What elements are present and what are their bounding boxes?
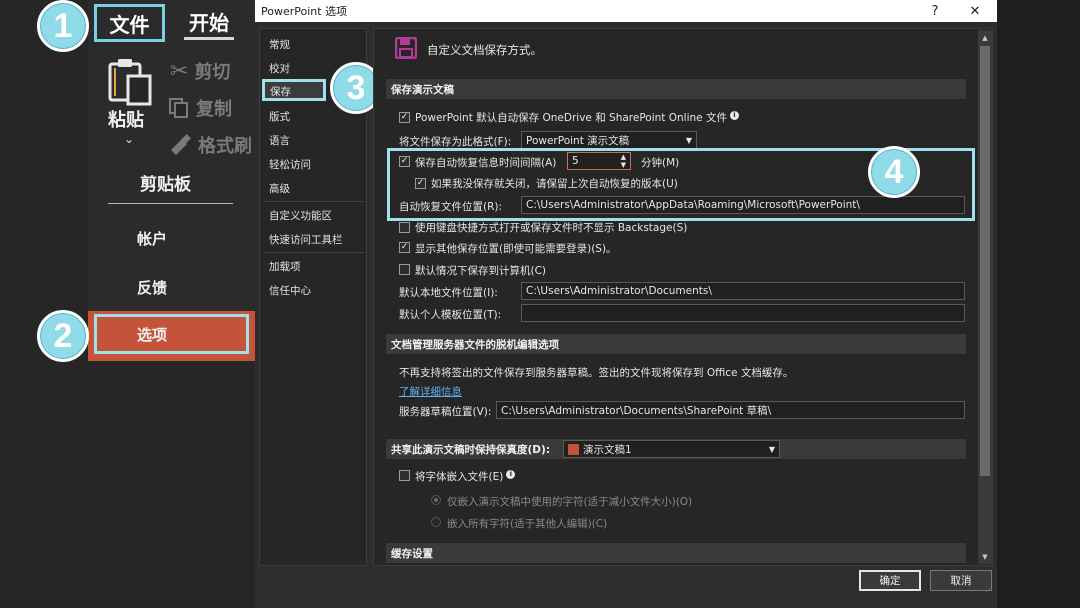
clipboard-group-label: 剪贴板 bbox=[140, 175, 191, 195]
embed-fonts-checkbox[interactable] bbox=[399, 470, 410, 481]
backstage-feedback[interactable]: 反馈 bbox=[137, 277, 167, 298]
help-button[interactable]: ? bbox=[915, 0, 955, 22]
backstage-options-label: 选项 bbox=[137, 325, 168, 344]
resize-grip-icon[interactable]: ⋰ bbox=[986, 585, 993, 593]
server-drafts-value: C:\Users\Administrator\Documents\SharePo… bbox=[501, 404, 772, 417]
paste-label: 粘贴 bbox=[108, 110, 144, 131]
embed-used-chars-label: 仅嵌入演示文稿中使用的字符(适于减小文件大小)(O) bbox=[447, 496, 693, 508]
fidelity-document-name: 演示文稿1 bbox=[583, 443, 632, 456]
nav-item-general[interactable]: 常规 bbox=[269, 37, 290, 52]
tab-home-label: 开始 bbox=[189, 11, 229, 35]
scroll-up-icon[interactable]: ▲ bbox=[979, 32, 991, 44]
nav-separator bbox=[264, 252, 364, 253]
paintbrush-icon bbox=[171, 134, 191, 155]
copy-icon bbox=[169, 98, 188, 118]
step-marker-2: 2 bbox=[37, 310, 89, 362]
format-painter-label: 格式刷 bbox=[198, 136, 252, 157]
radio-dot bbox=[434, 498, 438, 502]
divider bbox=[108, 203, 233, 204]
nav-item-advanced[interactable]: 高级 bbox=[269, 181, 290, 196]
default-template-location-label: 默认个人模板位置(T): bbox=[399, 309, 502, 321]
save-icon bbox=[395, 37, 417, 59]
step-marker-4: 4 bbox=[868, 146, 920, 198]
dropdown-arrow-icon: ▼ bbox=[768, 444, 775, 454]
show-additional-locations-checkbox[interactable]: ✓ bbox=[399, 242, 410, 253]
nav-item-save-label: 保存 bbox=[270, 86, 291, 98]
backstage-options[interactable]: 选项 bbox=[94, 314, 249, 354]
save-format-select[interactable]: PowerPoint 演示文稿 ▼ bbox=[521, 131, 697, 149]
nav-item-add-ins[interactable]: 加载项 bbox=[269, 259, 301, 274]
nav-item-quick-access-toolbar[interactable]: 快速访问工具栏 bbox=[269, 232, 343, 247]
section-offline-editing: 文档管理服务器文件的脱机编辑选项 bbox=[386, 334, 966, 354]
close-button[interactable]: ✕ bbox=[955, 0, 995, 22]
copy-label: 复制 bbox=[196, 99, 232, 120]
nav-item-trust-center[interactable]: 信任中心 bbox=[269, 283, 311, 298]
paste-icon[interactable] bbox=[108, 56, 154, 106]
nav-item-save[interactable]: 保存 bbox=[262, 79, 326, 101]
nav-item-proofing[interactable]: 校对 bbox=[269, 61, 290, 76]
tab-file[interactable]: 文件 bbox=[94, 4, 165, 42]
fidelity-document-select[interactable]: 演示文稿1 ▼ bbox=[563, 440, 780, 458]
default-template-location-input[interactable] bbox=[521, 304, 965, 322]
no-backstage-checkbox[interactable] bbox=[399, 222, 410, 233]
embed-all-chars-radio[interactable] bbox=[431, 517, 441, 527]
cancel-button[interactable]: 取消 bbox=[930, 570, 992, 591]
format-painter-button[interactable]: 格式刷 bbox=[168, 132, 252, 158]
no-backstage-label: 使用键盘快捷方式打开或保存文件时不显示 Backstage(S) bbox=[415, 222, 688, 234]
save-to-computer-label: 默认情况下保存到计算机(C) bbox=[415, 265, 547, 277]
ok-button[interactable]: 确定 bbox=[859, 570, 921, 591]
embed-fonts-label: 将字体嵌入文件(E) i bbox=[415, 469, 516, 484]
tab-home[interactable]: 开始 bbox=[184, 6, 234, 40]
preserve-fidelity-label: 共享此演示文稿时保持保真度(D): bbox=[391, 443, 551, 456]
chevron-down-icon[interactable]: ⌄ bbox=[124, 132, 134, 146]
default-local-location-label: 默认本地文件位置(I): bbox=[399, 287, 498, 299]
default-local-location-value: C:\Users\Administrator\Documents\ bbox=[526, 285, 712, 297]
dialog-title: PowerPoint 选项 bbox=[261, 5, 348, 18]
dropdown-arrow-icon: ▼ bbox=[685, 135, 692, 145]
scroll-down-icon[interactable]: ▼ bbox=[979, 551, 991, 563]
learn-more-link[interactable]: 了解详细信息 bbox=[399, 384, 462, 399]
autosave-onedrive-checkbox[interactable]: ✓ bbox=[399, 112, 410, 123]
nav-separator bbox=[264, 201, 364, 202]
cut-button[interactable]: ✂ 剪切 bbox=[170, 58, 230, 84]
autosave-onedrive-label: PowerPoint 默认自动保存 OneDrive 和 SharePoint … bbox=[415, 110, 739, 125]
section-cache-settings: 缓存设置 bbox=[386, 543, 966, 563]
scissors-icon: ✂ bbox=[170, 58, 189, 84]
page-header-text: 自定义文档保存方式。 bbox=[427, 43, 542, 57]
nav-item-language[interactable]: 语言 bbox=[269, 133, 290, 148]
fidelity-document: 演示文稿1 bbox=[568, 442, 632, 457]
server-drafts-input[interactable]: C:\Users\Administrator\Documents\SharePo… bbox=[496, 401, 965, 419]
embed-used-chars-radio[interactable] bbox=[431, 495, 441, 505]
default-local-location-input[interactable]: C:\Users\Administrator\Documents\ bbox=[521, 282, 965, 300]
info-icon: i bbox=[729, 110, 739, 120]
scrollbar-thumb[interactable] bbox=[980, 46, 990, 476]
offline-description: 不再支持将签出的文件保存到服务器草稿。签出的文件现将保存到 Office 文档缓… bbox=[399, 367, 794, 379]
copy-button[interactable]: 复制 bbox=[168, 95, 232, 121]
step-marker-1: 1 bbox=[37, 0, 89, 52]
powerpoint-file-icon bbox=[568, 443, 579, 455]
tab-file-label: 文件 bbox=[109, 12, 150, 37]
nav-item-accessibility[interactable]: 轻松访问 bbox=[269, 157, 311, 172]
backstage-account[interactable]: 帐户 bbox=[137, 228, 167, 249]
server-drafts-label: 服务器草稿位置(V): bbox=[399, 406, 492, 418]
nav-item-customize-ribbon[interactable]: 自定义功能区 bbox=[269, 208, 332, 223]
save-format-label: 将文件保存为此格式(F): bbox=[399, 136, 512, 148]
dialog-titlebar: PowerPoint 选项 ? ✕ bbox=[255, 0, 997, 22]
info-icon: i bbox=[506, 469, 516, 479]
save-to-computer-checkbox[interactable] bbox=[399, 264, 410, 275]
nav-item-layout[interactable]: 版式 bbox=[269, 109, 290, 124]
cut-label: 剪切 bbox=[194, 62, 231, 83]
save-format-value: PowerPoint 演示文稿 bbox=[526, 134, 630, 147]
embed-all-chars-label: 嵌入所有字符(适于其他人编辑)(C) bbox=[447, 518, 608, 530]
show-additional-locations-label: 显示其他保存位置(即使可能需要登录)(S)。 bbox=[415, 243, 617, 255]
section-save-presentations: 保存演示文稿 bbox=[386, 79, 966, 99]
